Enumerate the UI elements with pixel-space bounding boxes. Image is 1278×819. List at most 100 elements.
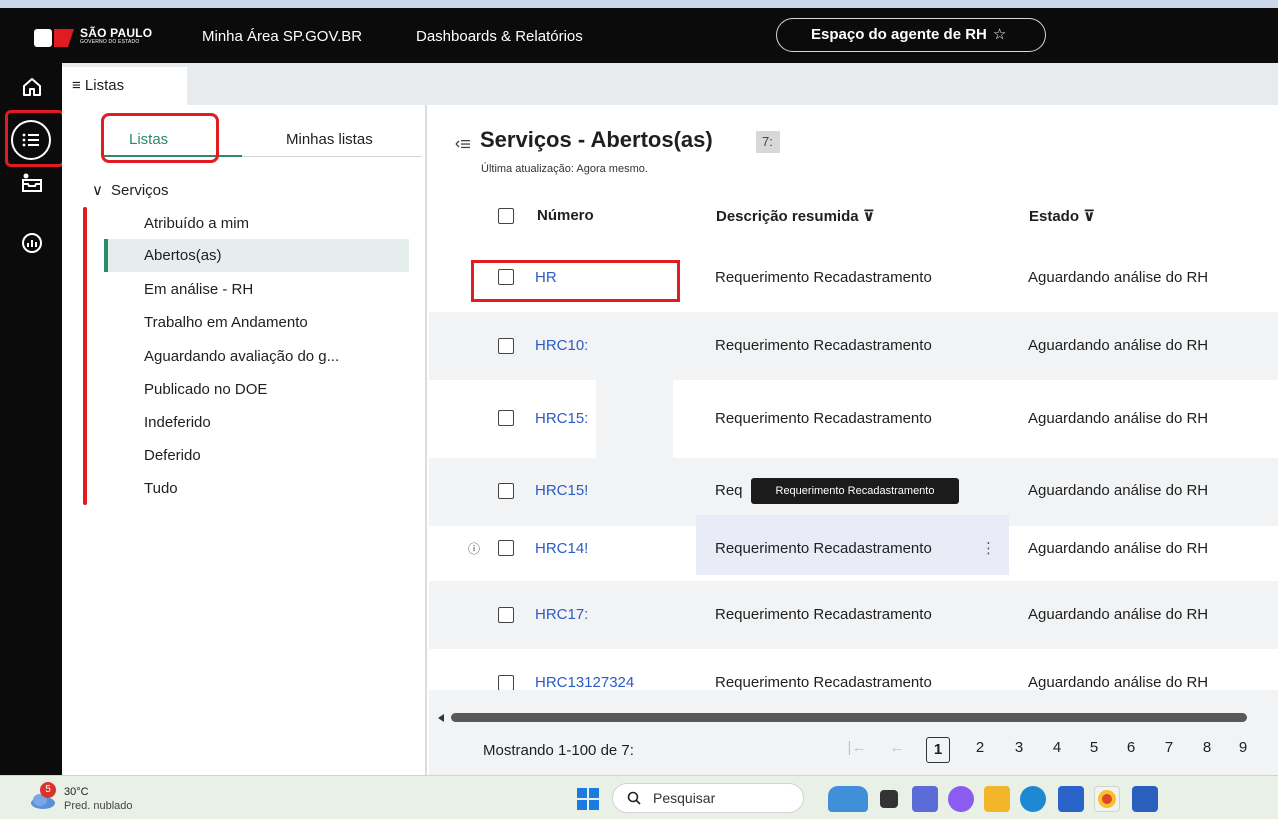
table-row[interactable]: ⓘ HRC14! Requerimento Recadastramento ⋮ … [429,513,1278,581]
sao-paulo-logo[interactable]: SÃO PAULO GOVERNO DO ESTADO [34,26,166,50]
lists-panel: Listas Minhas listas ∨ Serviços Atribuído… [62,105,427,775]
col-header-description[interactable]: Descrição resumida ⊽ [716,207,875,225]
row-checkbox[interactable] [498,483,514,499]
home-icon[interactable] [20,75,44,99]
page-6-button[interactable]: 6 [1121,739,1141,756]
row-number-link[interactable]: HRC13127324 [535,674,634,691]
page-7-button[interactable]: 7 [1159,739,1179,756]
row-number-link[interactable]: HRC15: [535,410,588,427]
tree-group-label: Serviços [110,182,169,199]
logo-title: SÃO PAULO [80,26,153,40]
table-row[interactable]: HRC17: Requerimento Recadastramento Agua… [429,581,1278,649]
row-description: Requerimento Recadastramento [715,337,932,354]
row-state: Aguardando análise do RH [1028,674,1209,691]
tree-item-em-analise[interactable]: Em análise - RH [144,281,253,298]
select-all-checkbox[interactable] [498,208,514,224]
search-placeholder: Pesquisar [653,790,716,806]
annotation-box-listas-tab [101,113,219,163]
file-explorer-icon[interactable] [984,786,1010,812]
tab-listas[interactable]: ≡ Listas [62,67,187,105]
teams-icon[interactable] [912,786,938,812]
agent-space-label: Espaço do agente de RH [811,26,987,43]
annotation-box-hr-row [471,260,680,302]
page-title: Serviços - Abertos(as) [480,127,713,152]
tree-item-trabalho[interactable]: Trabalho em Andamento [144,314,308,331]
sp-logo-mark-icon [34,29,74,47]
nav-dashboards[interactable]: Dashboards & Relatórios [416,28,583,45]
row-description: Requerimento Recadastramento [715,410,932,427]
copilot-landscape-icon[interactable] [828,786,868,812]
row-checkbox[interactable] [498,607,514,623]
chrome-tab-icon[interactable] [1094,786,1120,812]
inbox-icon[interactable] [20,171,44,195]
row-checkbox[interactable] [498,540,514,556]
weather-badge: 5 [40,782,56,798]
windows-start-icon[interactable] [575,786,601,812]
chrome-icon [1098,790,1116,808]
last-updated: Última atualização: Agora mesmo. [481,163,648,175]
row-state: Aguardando análise do RH [1028,337,1209,354]
word-icon[interactable] [1132,786,1158,812]
row-checkbox[interactable] [498,338,514,354]
row-number-link[interactable]: HRC10: [535,337,588,354]
page-9-button[interactable]: 9 [1233,739,1253,756]
scroll-left-arrow-icon[interactable] [436,713,446,723]
col-header-state[interactable]: Estado ⊽ [1029,207,1095,225]
tree-item-atribuido[interactable]: Atribuído a mim [144,215,249,232]
row-number-link[interactable]: HRC17: [535,606,588,623]
page-3-button[interactable]: 3 [1009,739,1029,756]
tree-item-publicado[interactable]: Publicado no DOE [144,381,267,398]
table-row[interactable]: HRC15: Requerimento Recadastramento Agua… [429,380,1278,458]
page-5-button[interactable]: 5 [1084,739,1104,756]
page-2-button[interactable]: 2 [970,739,990,756]
row-description: Requerimento Recadastramento [715,606,932,623]
tree-group-servicos[interactable]: ∨ Serviços [92,181,169,199]
tree-item-abertos[interactable]: Abertos(as) [144,247,222,264]
info-icon[interactable]: ⓘ [468,540,480,557]
table-row[interactable]: HRC10: Requerimento Recadastramento Agua… [429,312,1278,380]
more-options-icon[interactable]: ⋮ [981,539,996,557]
row-number-link[interactable]: HRC14! [535,540,588,557]
taskbar-search[interactable]: Pesquisar [612,783,804,813]
tree-item-indeferido[interactable]: Indeferido [144,414,211,431]
row-checkbox[interactable] [498,675,514,691]
weather-temp: 30°C [64,786,89,798]
page-4-button[interactable]: 4 [1047,739,1067,756]
row-checkbox[interactable] [498,410,514,426]
left-rail [0,63,62,775]
page-1-button[interactable]: 1 [926,737,950,763]
store-icon[interactable] [1058,786,1084,812]
copilot-icon[interactable] [948,786,974,812]
row-description: Requerimento Recadastramento [715,269,932,286]
count-badge: 7: [756,131,780,153]
tree-item-aguardando[interactable]: Aguardando avaliação do g... [144,348,339,365]
logo-subtitle: GOVERNO DO ESTADO [80,39,140,45]
main-list-view: Serviços - Abertos(as) 7: Última atualiz… [429,105,1278,780]
tree-item-deferido[interactable]: Deferido [144,447,201,464]
windows-taskbar: 5 30°C Pred. nublado Pesquisar [0,775,1278,819]
nav-minha-area[interactable]: Minha Área SP.GOV.BR [202,28,362,45]
weather-widget[interactable]: 5 30°C Pred. nublado [6,782,176,816]
row-state: Aguardando análise do RH [1028,606,1209,623]
agent-space-button[interactable]: Espaço do agente de RH ☆ [776,18,1046,52]
page-8-button[interactable]: 8 [1197,739,1217,756]
tooltip: Requerimento Recadastramento [751,478,959,504]
row-number-link[interactable]: HRC15! [535,482,588,499]
col-header-number[interactable]: Número [537,207,594,224]
star-icon: ☆ [992,26,1007,43]
dashboard-gauge-icon[interactable] [20,231,44,255]
row-description: Req [715,482,743,499]
horizontal-scrollbar[interactable] [451,713,1247,722]
first-page-icon[interactable]: |← [847,739,867,756]
row-state: Aguardando análise do RH [1028,482,1209,499]
workspace-tab-strip: ≡ Listas [62,63,1278,105]
tree-item-tudo[interactable]: Tudo [144,480,178,497]
edge-icon[interactable] [1020,786,1046,812]
task-view-icon[interactable] [880,790,898,808]
tab-minhas-listas[interactable]: Minhas listas [286,131,373,148]
row-state: Aguardando análise do RH [1028,410,1209,427]
prev-page-icon[interactable]: ← [887,739,907,756]
search-icon [627,791,641,805]
collapse-panel-icon[interactable] [455,137,471,151]
annotation-box-rail [5,110,65,167]
